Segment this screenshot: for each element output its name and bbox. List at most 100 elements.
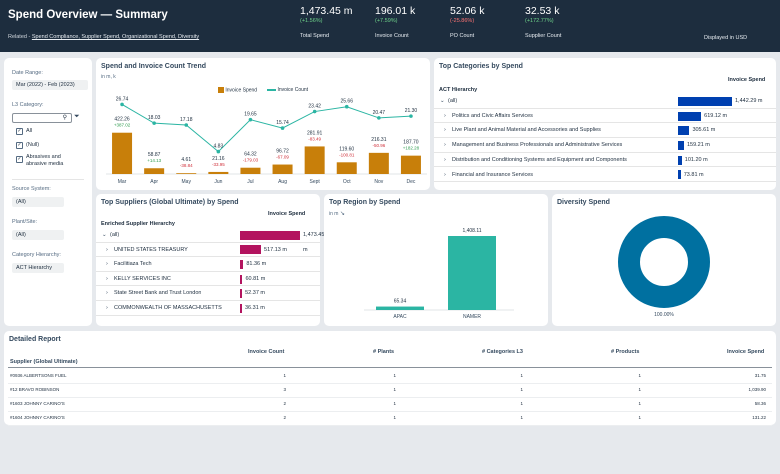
row-value: 73.81 m [683,171,704,178]
hierarchy-row[interactable]: › KELLY SERVICES INC 60.81 m [96,272,320,287]
source-system-select[interactable]: (All) [12,197,64,207]
row-label: (all) [110,232,120,238]
column-header-supplier[interactable]: Supplier (Global Ultimate) [10,359,78,365]
l3-search-input[interactable]: ⚲ [12,113,72,123]
row-label: (all) [448,98,458,104]
row-label: Live Plant and Animal Material and Acces… [452,127,601,134]
hierarchy-row[interactable]: ⌄ (all) 1,473.45 m [96,228,324,253]
column-header-products[interactable]: # Products [611,349,639,355]
hierarchy-row[interactable]: › State Street Bank and Trust London 52.37… [96,286,320,301]
kpi-supplier-count[interactable]: 32.53 k (+172.77%) Supplier Count [525,5,615,39]
count-value-label: 21.30 [405,108,418,114]
row-label: Facilitiaza Tech [114,261,152,268]
table-cell: 1 [638,415,641,420]
chevron-right-icon[interactable]: › [106,301,108,316]
related-prefix: Related - [8,34,32,40]
hierarchy-row[interactable]: › Facilitiaza Tech 81.36 m [96,257,320,272]
hierarchy-row[interactable]: › Financial and Insurance Services 73.81 m [434,168,776,183]
row-value: 1,442.29 m [735,98,763,104]
row-value: 619.12 m [704,112,728,119]
chevron-down-icon[interactable]: ⌄ [102,228,107,243]
date-range-label: Date Range: [12,70,43,76]
hierarchy-row[interactable]: › Distribution and Conditioning Systems a… [434,153,776,168]
x-tick-label: May [182,179,192,185]
invoice-count-point [248,117,253,122]
hierarchy-row[interactable]: › Management and Business Professionals a… [434,138,776,153]
search-icon[interactable]: ⚲ [63,114,67,121]
chevron-right-icon[interactable]: › [444,153,446,168]
table-cell: 1 [638,373,641,378]
x-tick-label: Nov [374,179,383,185]
count-value-label: 15.74 [276,120,289,126]
value-bar [240,303,242,313]
row-label: COMMONWEALTH OF MASSACHUSETTS [114,305,222,311]
header-bar: Spend Overview — Summary Related - Spend… [0,0,780,52]
related-links-text[interactable]: Spend Compliance, Supplier Spend, Organi… [32,34,199,40]
spend-bar [304,146,325,174]
row-divider [8,411,772,412]
plant-site-select[interactable]: (All) [12,230,64,240]
filter-icon[interactable]: ⏷ [74,113,80,121]
checkbox-abrasives[interactable]: ✓ [16,156,23,163]
card-title: Top Suppliers (Global Ultimate) by Spend [101,199,239,206]
checkbox-all[interactable]: ✓ [16,128,23,135]
top-region-card: Top Region by Spend in m ↘ 65.34 APAC 1,40… [324,194,548,326]
chevron-down-icon[interactable]: ⌄ [440,94,445,109]
row-divider [8,425,772,426]
column-header-invoice-count[interactable]: Invoice Count [248,349,284,355]
value-bar [240,274,243,284]
row-divider [8,383,772,384]
row-value: 101.20 m [684,156,708,163]
count-value-label: 19.65 [244,112,257,118]
hierarchy-row[interactable]: ⌄ (all) 1,442.29 m [434,94,776,109]
value-bar [678,155,682,165]
diversity-card: Diversity Spend 100.00% [552,194,776,326]
filter-panel: Date Range: Mar (2022) - Feb (2023) L3 C… [4,58,92,326]
invoice-count-point [216,149,221,154]
table-cell: 1 [520,401,523,406]
column-header-plants[interactable]: # Plants [373,349,394,355]
chevron-right-icon[interactable]: › [444,123,446,138]
hierarchy-row[interactable]: › Live Plant and Animal Material and Acce… [434,123,776,139]
card-title: Detailed Report [9,336,61,343]
card-title: Top Categories by Spend [439,63,523,70]
row-label: Politics and Civic Affairs Services [452,112,533,119]
hierarchy-row[interactable]: › Politics and Civic Affairs Services 619.… [434,109,776,124]
hierarchy-row[interactable]: › UNITED STATES TREASURY 517.13 m [96,243,320,258]
table-cell: 31.75 [754,373,766,378]
hierarchy-row[interactable]: › COMMONWEALTH OF MASSACHUSETTS 36.31 m [96,301,320,316]
spend-delta-label: +387.02 [114,123,131,128]
diversity-chart: 100.00% [618,216,710,318]
chevron-right-icon[interactable]: › [106,243,108,258]
chevron-right-icon[interactable]: › [444,168,446,183]
count-value-label: 17.18 [180,117,193,123]
chevron-right-icon[interactable]: › [444,138,446,153]
table-cell: 1 [520,373,523,378]
checkbox-null[interactable]: ✓ [16,142,23,149]
row-divider [8,397,772,398]
value-bar [678,140,684,150]
supplier-cell: #1604 JOHNNY CARINO'S [10,415,65,420]
row-value: 60.81 m [245,275,266,282]
chevron-right-icon[interactable]: › [106,257,108,272]
chevron-right-icon[interactable]: › [106,286,108,301]
spend-delta-label: -100.81 [339,152,355,157]
page-title: Spend Overview — Summary [8,9,168,21]
row-label: Management and Business Professionals an… [452,142,623,149]
chevron-right-icon[interactable]: › [106,272,108,287]
category-hierarchy-select[interactable]: ACT Hierarchy [12,263,64,273]
column-header-invoice-spend[interactable]: Invoice Spend [727,349,764,355]
region-bar [448,236,496,310]
count-value-label: 20.47 [373,110,386,116]
x-tick-label: Dec [406,179,415,185]
table-cell: 1 [520,415,523,420]
category-hierarchy-label: Category Hierarchy: [12,252,61,258]
top-suppliers-card: Top Suppliers (Global Ultimate) by Spend… [96,194,324,326]
column-header-categories[interactable]: # Categories L3 [482,349,523,355]
kpi-delta: (+172.77%) [525,18,554,24]
invoice-count-line [121,103,411,153]
spend-delta-label: +14.13 [147,158,161,163]
chevron-right-icon[interactable]: › [444,109,446,124]
column-header: Invoice Spend [268,211,306,217]
date-range-select[interactable]: Mar (2022) - Feb (2023) [12,80,88,90]
